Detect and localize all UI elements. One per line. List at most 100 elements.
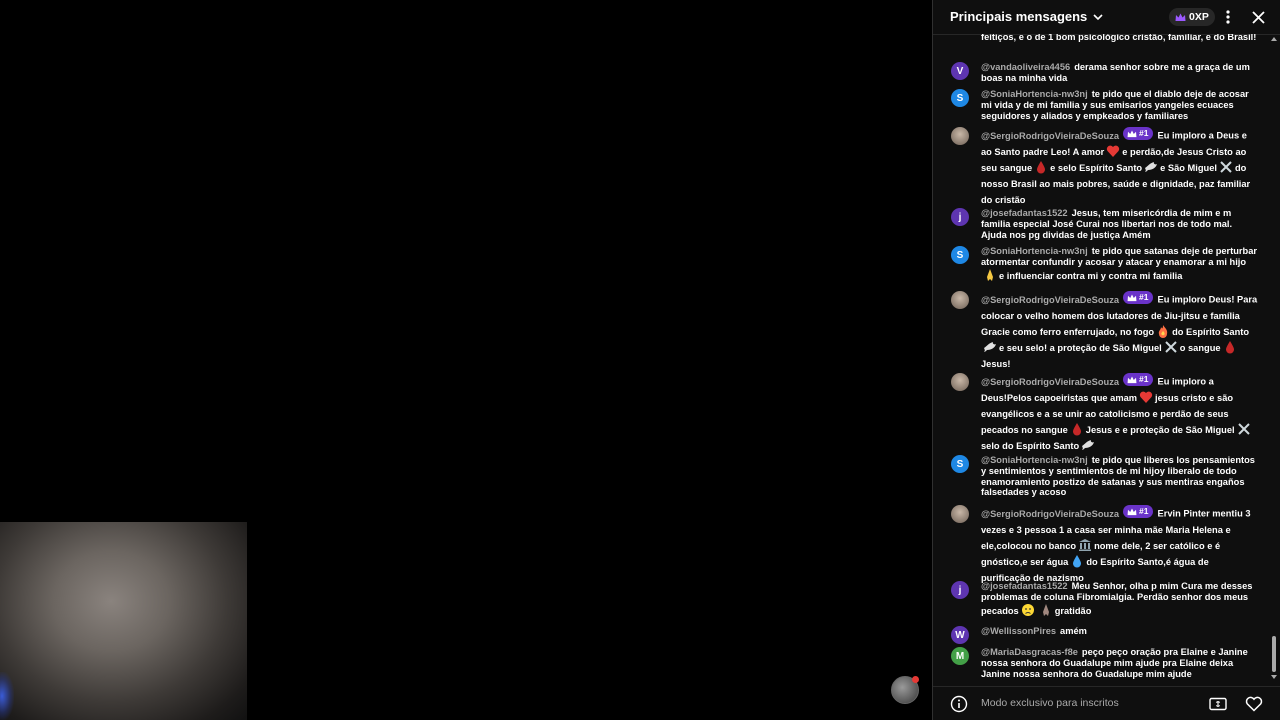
avatar[interactable]: M: [951, 647, 969, 665]
message-text: e selo Espírito Santo: [1050, 162, 1143, 173]
avatar[interactable]: [951, 127, 969, 145]
crown-icon: [1127, 507, 1137, 515]
scrollbar-thumb[interactable]: [1272, 636, 1276, 672]
avatar[interactable]: S: [951, 246, 969, 264]
camera-thumbnail: [0, 522, 247, 720]
praying-hands-icon: [987, 268, 993, 281]
chat-message[interactable]: S @SoniaHortencia-nw3nj te pido que el di…: [951, 89, 1259, 121]
crown-icon: [1127, 129, 1137, 137]
author-name[interactable]: @SergioRodrigoVieiraDeSouza: [981, 377, 1119, 387]
video-player[interactable]: [0, 0, 930, 720]
chat-message[interactable]: @SergioRodrigoVieiraDeSouza #1 Eu imploro …: [951, 373, 1259, 455]
author-name[interactable]: @vandaoliveira4456: [981, 62, 1070, 72]
member-badge: #1: [1123, 373, 1153, 386]
member-badge: #1: [1123, 291, 1153, 304]
xp-badge[interactable]: 0XP: [1169, 8, 1215, 26]
xp-label: 0XP: [1189, 11, 1209, 23]
bank-icon: [1079, 538, 1092, 551]
dove-icon: [1145, 161, 1158, 172]
chat-message[interactable]: j @josefadantas1522 Meu Senhor, olha p mi…: [951, 581, 1259, 617]
member-badge: #1: [1123, 505, 1153, 518]
chat-message[interactable]: @SergioRodrigoVieiraDeSouza #1 Eu imploro …: [951, 127, 1259, 209]
chat-message[interactable]: S @SoniaHortencia-nw3nj te pido que satan…: [951, 246, 1259, 282]
message-text: Jesus!: [981, 359, 1011, 370]
author-name[interactable]: @SoniaHortencia-nw3nj: [981, 89, 1088, 99]
live-chat-panel: Principais mensagens 0XP feitiços, e o d…: [932, 0, 1280, 720]
message-text: amém: [1060, 626, 1087, 636]
author-name[interactable]: @josefadantas1522: [981, 208, 1068, 218]
chat-footer: Modo exclusivo para inscritos: [933, 686, 1280, 720]
avatar[interactable]: [951, 373, 969, 391]
author-name[interactable]: @WellissonPires: [981, 626, 1056, 636]
chat-mode-selector[interactable]: Principais mensagens: [950, 9, 1103, 24]
badge-rank: #1: [1139, 374, 1149, 385]
worried-face-icon: [1021, 603, 1034, 616]
members-only-message: Modo exclusivo para inscritos: [981, 697, 1119, 709]
message-text: gratidão: [1054, 605, 1092, 616]
heart-outline-icon: [1245, 696, 1263, 712]
message-text: Jesus e e proteção de São Miguel: [1085, 425, 1235, 436]
avatar[interactable]: [951, 505, 969, 523]
author-name[interactable]: @MariaDasgracas-f8e: [981, 647, 1078, 657]
chat-message[interactable]: feitiços, e o de 1 bom psicológico crist…: [951, 34, 1259, 43]
scroll-down-arrow[interactable]: [1271, 674, 1277, 680]
badge-rank: #1: [1139, 128, 1149, 139]
author-name[interactable]: @SergioRodrigoVieiraDeSouza: [981, 131, 1119, 141]
like-button[interactable]: [1244, 695, 1264, 713]
badge-rank: #1: [1139, 506, 1149, 517]
message-text: o sangue: [1179, 343, 1221, 354]
chat-message-list[interactable]: feitiços, e o de 1 bom psicológico crist…: [933, 34, 1280, 686]
author-name[interactable]: @SoniaHortencia-nw3nj: [981, 455, 1088, 465]
close-chat-button[interactable]: [1249, 8, 1267, 26]
avatar[interactable]: j: [951, 208, 969, 226]
message-text: e São Miguel: [1160, 162, 1217, 173]
fire-icon: [1158, 324, 1168, 338]
message-text: feitiços, e o de 1 bom psicológico crist…: [981, 34, 1257, 42]
info-icon[interactable]: [950, 695, 968, 713]
avatar[interactable]: V: [951, 62, 969, 80]
badge-rank: #1: [1139, 292, 1149, 303]
floating-avatar[interactable]: [891, 676, 919, 704]
message-text: selo do Espírito Santo: [981, 441, 1080, 452]
close-icon: [1251, 10, 1265, 24]
chevron-down-icon: [1093, 13, 1103, 20]
chat-message[interactable]: M @MariaDasgracas-f8e peço peço oração pr…: [951, 647, 1259, 679]
super-chat-button[interactable]: [1208, 695, 1228, 713]
avatar[interactable]: [951, 291, 969, 309]
message-text: e seu selo! a proteção de São Miguel: [999, 343, 1162, 354]
crown-icon: [1175, 13, 1186, 21]
water-drop-icon: [1073, 555, 1082, 568]
chat-message[interactable]: S @SoniaHortencia-nw3nj te pido que liber…: [951, 455, 1259, 498]
blood-drop-icon: [1037, 160, 1046, 174]
praying-hands-icon: [1042, 603, 1049, 616]
more-options-button[interactable]: [1219, 8, 1237, 26]
blood-drop-icon: [1225, 341, 1234, 354]
chat-message[interactable]: V @vandaoliveira4456 derama senhor sobre …: [951, 62, 1259, 84]
avatar[interactable]: S: [951, 89, 969, 107]
message-text: e influenciar contra mi y contra mi fami…: [999, 270, 1183, 281]
chat-message[interactable]: W @WellissonPires amém: [951, 626, 1259, 644]
avatar[interactable]: S: [951, 455, 969, 473]
dove-icon: [984, 342, 996, 353]
more-vertical-icon: [1226, 10, 1230, 24]
dove-icon: [1082, 440, 1095, 451]
blood-drop-icon: [1072, 423, 1081, 436]
crown-icon: [1127, 375, 1137, 383]
crossed-swords-icon: [1237, 423, 1250, 435]
chat-message[interactable]: @SergioRodrigoVieiraDeSouza #1 Eu imploro …: [951, 291, 1259, 373]
crossed-swords-icon: [1220, 161, 1232, 173]
avatar[interactable]: j: [951, 581, 969, 599]
blue-glow: [0, 672, 14, 720]
chat-message[interactable]: @SergioRodrigoVieiraDeSouza #1 Ervin Pinte…: [951, 505, 1259, 587]
heart-icon: [1107, 145, 1120, 157]
chat-message[interactable]: j @josefadantas1522 Jesus, tem misericórd…: [951, 208, 1259, 240]
crossed-swords-icon: [1165, 341, 1177, 353]
author-name[interactable]: @SergioRodrigoVieiraDeSouza: [981, 509, 1119, 519]
chat-mode-label: Principais mensagens: [950, 9, 1088, 24]
author-name[interactable]: @SergioRodrigoVieiraDeSouza: [981, 295, 1119, 305]
author-name[interactable]: @SoniaHortencia-nw3nj: [981, 246, 1088, 256]
scroll-up-arrow[interactable]: [1271, 36, 1277, 42]
member-badge: #1: [1123, 127, 1153, 140]
avatar[interactable]: W: [951, 626, 969, 644]
author-name[interactable]: @josefadantas1522: [981, 581, 1068, 591]
